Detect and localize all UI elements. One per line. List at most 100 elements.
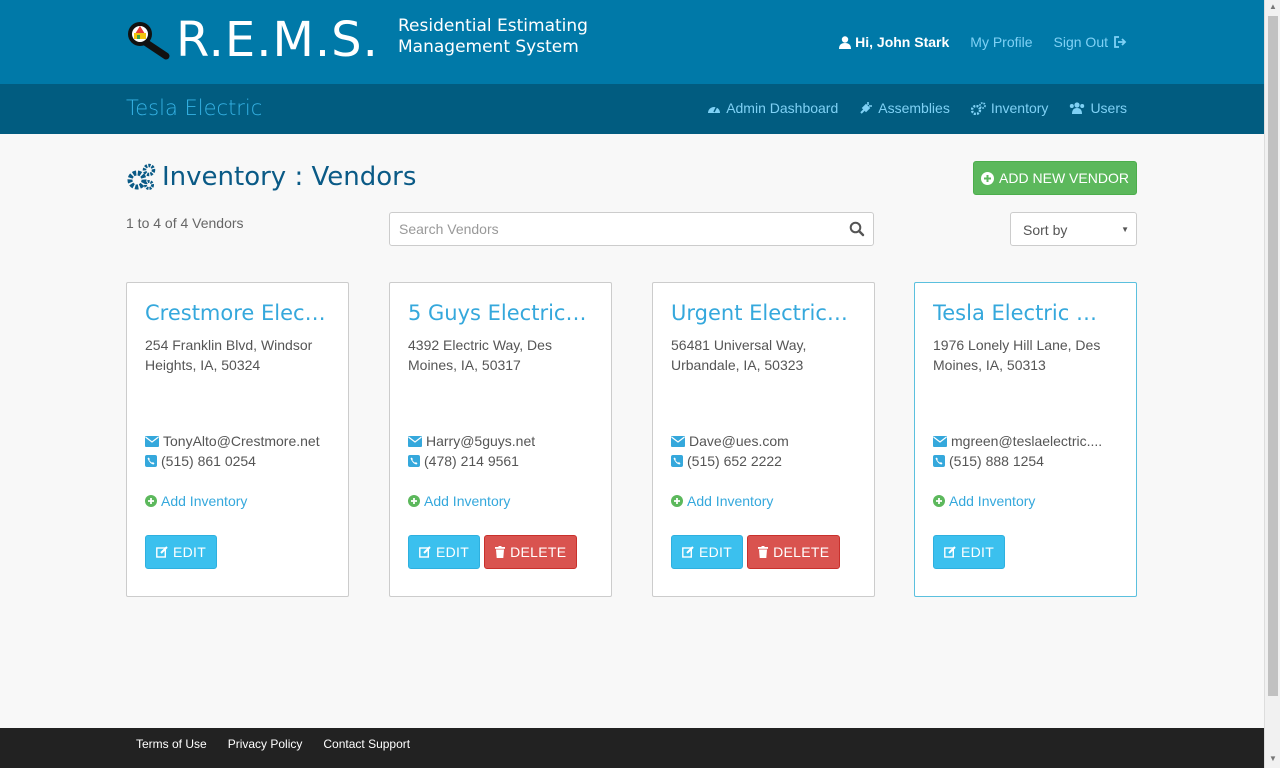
gears-icon [970,101,986,115]
delete-button[interactable]: DELETE [747,535,841,569]
plus-circle-icon [933,495,945,507]
result-count: 1 to 4 of 4 Vendors [126,215,244,231]
vendor-card: Tesla Electric … 1976 Lonely Hill Lane, … [914,282,1137,597]
add-inventory-link[interactable]: Add Inventory [145,493,247,509]
my-profile-link[interactable]: My Profile [970,34,1032,50]
edit-label: EDIT [699,544,733,560]
delete-label: DELETE [773,544,830,560]
sign-out-icon [1114,36,1127,48]
vendor-name[interactable]: 5 Guys Electric… [408,301,594,325]
vendor-phone-row: (478) 214 9561 [408,451,604,471]
user-icon [839,35,852,49]
top-header: R.E.M.S. Residential Estimating Manageme… [0,0,1264,84]
user-greeting: Hi, John Stark [839,34,949,50]
page-title: Inventory : Vendors [162,162,417,192]
vendor-phone: (515) 888 1254 [949,453,1044,469]
add-inventory-link[interactable]: Add Inventory [408,493,510,509]
vertical-scrollbar[interactable]: ▲ ▼ [1264,0,1280,768]
privacy-policy-link[interactable]: Privacy Policy [228,737,303,751]
nav-label: Inventory [990,100,1049,116]
edit-icon [944,546,956,558]
card-actions: EDIT [145,535,218,569]
add-new-vendor-button[interactable]: ADD NEW VENDOR [973,161,1137,195]
page: R.E.M.S. Residential Estimating Manageme… [0,0,1264,768]
plus-circle-icon [671,495,683,507]
gears-icon [127,163,156,190]
caret-down-icon: ▼ [1121,225,1129,234]
users-icon [1070,102,1085,114]
vendor-email: Dave@ues.com [689,433,789,449]
nav-users[interactable]: Users [1069,100,1127,116]
vendor-email-row: Harry@5guys.net [408,431,604,451]
vendor-phone: (478) 214 9561 [424,453,519,469]
vendor-email-row: TonyAlto@Crestmore.net [145,431,341,451]
search-icon[interactable] [849,221,865,237]
vendor-email: TonyAlto@Crestmore.net [163,433,320,449]
search-input[interactable] [390,213,840,245]
nav-admin-dashboard[interactable]: Admin Dashboard [707,100,838,116]
vendor-contact: Harry@5guys.net (478) 214 9561 [408,431,604,471]
vendor-address: 56481 Universal Way, Urbandale, IA, 5032… [671,337,807,373]
add-inventory-label: Add Inventory [161,493,248,509]
vendor-name[interactable]: Crestmore Elect… [145,301,331,325]
edit-icon [419,546,431,558]
vendor-address: 4392 Electric Way, Des Moines, IA, 50317 [408,337,552,373]
edit-button[interactable]: EDIT [145,535,218,569]
nav-inventory[interactable]: Inventory [970,100,1049,116]
add-inventory-label: Add Inventory [949,493,1036,509]
card-actions: EDIT DELETE [671,535,841,569]
edit-button[interactable]: EDIT [933,535,1006,569]
sub-nav-bar: Tesla Electric Admin Dashboard Assemblie… [0,84,1264,134]
page-title-row: Inventory : Vendors [126,162,416,192]
nav-assemblies[interactable]: Assemblies [859,100,950,116]
contact-support-link[interactable]: Contact Support [323,737,410,751]
company-name[interactable]: Tesla Electric [126,96,262,120]
delete-label: DELETE [510,544,567,560]
logo-text: R.E.M.S. [176,12,379,68]
phone-icon [671,455,683,467]
tagline-line-1: Residential Estimating [398,16,588,36]
tagline-line-2: Management System [398,37,579,57]
plus-circle-icon [408,495,420,507]
add-inventory-link[interactable]: Add Inventory [933,493,1035,509]
trash-icon [758,546,769,558]
sign-out-text: Sign Out [1053,34,1108,50]
vendor-phone: (515) 861 0254 [161,453,256,469]
main-nav: Admin Dashboard Assemblies Inventory Use… [686,100,1127,116]
nav-label: Admin Dashboard [726,100,839,116]
nav-label: Users [1090,100,1127,116]
scrollbar-thumb[interactable] [1268,16,1278,696]
vendor-phone-row: (515) 888 1254 [933,451,1129,471]
terms-of-use-link[interactable]: Terms of Use [136,737,207,751]
add-new-vendor-label: ADD NEW VENDOR [999,170,1129,186]
nav-label: Assemblies [878,100,950,116]
phone-icon [933,455,945,467]
phone-icon [145,455,157,467]
edit-button[interactable]: EDIT [408,535,481,569]
envelope-icon [145,435,159,447]
edit-button[interactable]: EDIT [671,535,744,569]
sign-out-link[interactable]: Sign Out [1054,34,1127,50]
vendor-card: 5 Guys Electric… 4392 Electric Way, Des … [389,282,612,597]
vendor-card: Crestmore Elect… 254 Franklin Blvd, Wind… [126,282,349,597]
vendor-contact: Dave@ues.com (515) 652 2222 [671,431,867,471]
search-box [389,212,874,246]
dashboard-icon [708,105,721,113]
magnifier-logo-icon [128,22,170,60]
vendor-name[interactable]: Urgent Electric… [671,301,857,325]
scroll-down-icon[interactable]: ▼ [1269,754,1277,763]
footer-links: Terms of Use Privacy Policy Contact Supp… [136,737,410,751]
sort-select-value: Sort by [1023,222,1068,238]
vendor-name[interactable]: Tesla Electric … [933,301,1119,325]
scroll-up-icon[interactable]: ▲ [1269,2,1277,11]
edit-icon [156,546,168,558]
vendor-card: Urgent Electric… 56481 Universal Way, Ur… [652,282,875,597]
vendor-phone: (515) 652 2222 [687,453,782,469]
sort-select[interactable]: Sort by ▼ [1010,212,1137,246]
envelope-icon [408,435,422,447]
phone-icon [408,455,420,467]
add-inventory-label: Add Inventory [424,493,511,509]
delete-button[interactable]: DELETE [484,535,578,569]
add-inventory-link[interactable]: Add Inventory [671,493,773,509]
vendor-email: Harry@5guys.net [426,433,536,449]
